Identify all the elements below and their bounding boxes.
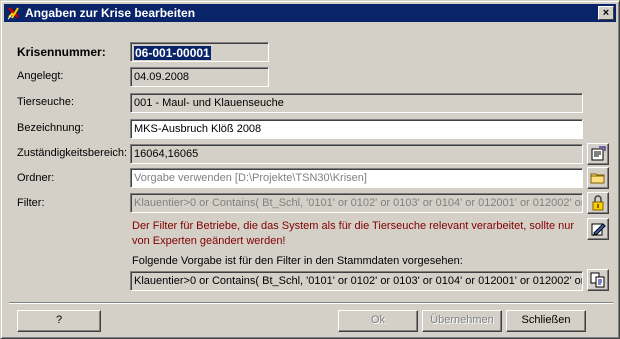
filter-warning-text: Der Filter für Betriebe, die das System … xyxy=(132,220,575,247)
filter-value: Klauentier>0 or Contains( Bt_Schl, '0101… xyxy=(134,197,583,209)
close-button[interactable]: Schließen xyxy=(506,310,586,332)
zustaendigkeit-label: Zuständigkeitsbereich: xyxy=(17,147,128,159)
close-icon[interactable]: × xyxy=(598,6,614,20)
ordner-value: Vorgabe verwenden [D:\Projekte\TSN30\Kri… xyxy=(134,172,367,184)
tierseuche-label: Tierseuche: xyxy=(17,96,75,108)
app-icon xyxy=(7,6,21,20)
filter-lock-button[interactable] xyxy=(587,192,609,214)
copy-icon xyxy=(590,272,605,288)
filter-field: Klauentier>0 or Contains( Bt_Schl, '0101… xyxy=(130,193,583,213)
dialog-window: Angaben zur Krise bearbeiten × Krisennum… xyxy=(0,0,620,339)
bezeichnung-label: Bezeichnung: xyxy=(17,122,84,134)
krisennummer-value: 06-001-00001 xyxy=(134,46,211,60)
separator xyxy=(9,302,613,304)
ordner-label: Ordner: xyxy=(17,172,55,184)
window-title: Angaben zur Krise bearbeiten xyxy=(25,6,196,20)
ordner-input[interactable]: Vorgabe verwenden [D:\Projekte\TSN30\Kri… xyxy=(130,168,583,188)
angelegt-field: 04.09.2008 xyxy=(130,67,269,87)
zustaendigkeit-value: 16064,16065 xyxy=(134,148,199,160)
lock-icon xyxy=(592,195,604,211)
angelegt-value: 04.09.2008 xyxy=(134,71,190,83)
bezeichnung-input[interactable]: MKS-Ausbruch Klöß 2008 xyxy=(130,119,583,139)
edit-pencil-icon xyxy=(591,223,606,236)
ok-button[interactable]: Ok xyxy=(338,310,418,332)
default-filter-label: Folgende Vorgabe ist für den Filter in d… xyxy=(132,255,463,267)
tierseuche-field: 001 - Maul- und Klauenseuche xyxy=(130,93,583,113)
default-filter-field: Klauentier>0 or Contains( Bt_Schl, '0101… xyxy=(130,271,583,291)
ordner-browse-button[interactable] xyxy=(587,167,609,189)
krisennummer-field[interactable]: 06-001-00001 xyxy=(130,42,269,62)
zustaendigkeit-edit-button[interactable] xyxy=(587,143,609,165)
bezeichnung-value: MKS-Ausbruch Klöß 2008 xyxy=(134,123,262,135)
default-filter-value: Klauentier>0 or Contains( Bt_Schl, '0101… xyxy=(134,275,583,287)
apply-button[interactable]: Übernehmen xyxy=(422,310,502,332)
zustaendigkeit-field: 16064,16065 xyxy=(130,144,583,164)
folder-icon xyxy=(590,173,605,184)
krisennummer-label: Krisennummer: xyxy=(17,45,106,59)
default-filter-copy-button[interactable] xyxy=(587,269,609,291)
help-button[interactable]: ? xyxy=(17,310,101,332)
edit-list-icon xyxy=(591,146,606,161)
filter-edit-button[interactable] xyxy=(587,218,609,240)
title-bar[interactable]: Angaben zur Krise bearbeiten × xyxy=(4,4,616,22)
tierseuche-value: 001 - Maul- und Klauenseuche xyxy=(134,97,284,109)
angelegt-label: Angelegt: xyxy=(17,70,64,82)
filter-label: Filter: xyxy=(17,197,45,209)
